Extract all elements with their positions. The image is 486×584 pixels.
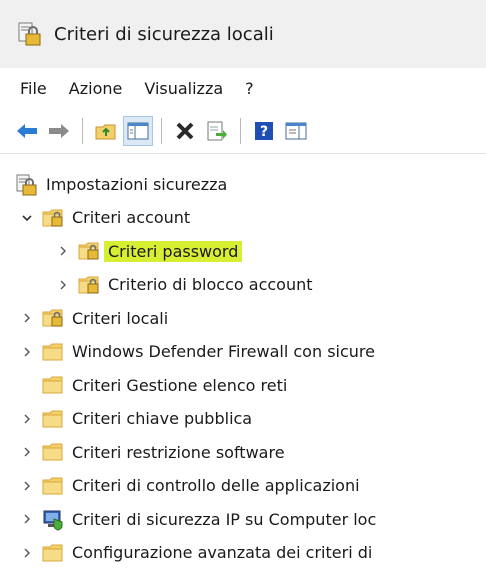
menu-bar: File Azione Visualizza ? [0,68,486,108]
tree-item-label-selected: Criteri password [104,240,243,262]
up-folder-icon [95,124,116,139]
tree-item[interactable]: Criteri restrizione software [0,436,486,468]
toolbar-separator [240,117,241,144]
tree-item[interactable]: Criterio di blocco account [0,269,486,301]
security-settings-icon [16,174,38,196]
chevron-right-icon[interactable] [20,479,34,493]
title-bar: Criteri di sicurezza locali [0,0,486,68]
forward-button[interactable] [44,116,74,146]
folder-icon [42,375,64,395]
help-button[interactable]: ? [249,116,279,146]
chevron-right-icon[interactable] [20,512,34,526]
chevron-right-icon[interactable] [20,445,34,459]
show-hide-tree-icon [127,122,149,139]
chevron-right-icon[interactable] [56,278,70,292]
tree-item-label: Criteri account [72,208,191,227]
back-arrow-icon [17,123,37,138]
toolbar-separator [82,117,83,144]
export-list-button[interactable] [202,116,232,146]
folder-icon [42,476,64,496]
chevron-right-icon[interactable] [20,345,34,359]
help-icon: ? [255,121,273,140]
chevron-right-icon[interactable] [20,311,34,325]
chevron-right-icon[interactable] [56,244,70,258]
chevron-down-icon[interactable] [20,211,34,225]
menu-help[interactable]: ? [241,77,258,100]
folder-icon [42,543,64,563]
delete-button[interactable] [170,116,200,146]
chevron-right-icon[interactable] [20,412,34,426]
folder-icon [42,409,64,429]
properties-button[interactable] [281,116,311,146]
tree-item-label: Criterio di blocco account [108,275,313,294]
show-hide-tree-button[interactable] [123,115,153,146]
tree-item[interactable]: Criteri di controllo delle applicazioni [0,470,486,502]
toolbar-separator [161,117,162,144]
ip-security-icon [42,509,64,531]
security-policy-app-icon [18,21,42,47]
properties-icon [285,122,307,139]
menu-file[interactable]: File [16,77,51,100]
tree-item-label: Windows Defender Firewall con sicure [72,342,375,361]
back-button[interactable] [12,116,42,146]
tree-root-label: Impostazioni sicurezza [46,174,228,194]
tree-item-label: Criteri chiave pubblica [72,409,253,428]
tree-item-label: Configurazione avanzata dei criteri di [72,543,373,562]
delete-icon [176,122,194,139]
policy-folder-icon [42,308,64,328]
up-folder-button[interactable] [91,116,121,146]
forward-arrow-icon [49,123,69,138]
tree-item[interactable]: Windows Defender Firewall con sicure [0,336,486,368]
tree-item[interactable]: Criteri Gestione elenco reti [0,369,486,401]
tree-item[interactable]: Criteri di sicurezza IP su Computer loc [0,503,486,535]
policy-folder-icon [42,208,64,228]
folder-icon [42,442,64,462]
tree-item-label: Criteri di sicurezza IP su Computer loc [72,509,377,529]
tree-item[interactable]: Criteri account [0,202,486,234]
policy-folder-icon [78,241,100,261]
toolbar: ? [0,108,486,154]
menu-visualizza[interactable]: Visualizza [140,77,227,100]
tree-item-label: Criteri locali [72,308,169,328]
tree-item[interactable]: Criteri locali [0,302,486,334]
folder-icon [42,342,64,362]
chevron-right-icon[interactable] [20,546,34,560]
export-list-icon [207,121,227,140]
policy-folder-icon [78,275,100,295]
tree-item-label: Criteri restrizione software [72,442,285,462]
svg-text:?: ? [260,124,268,140]
tree-item[interactable]: Configurazione avanzata dei criteri di [0,537,486,569]
tree-root[interactable]: Impostazioni sicurezza [0,168,486,200]
tree-item[interactable]: Criteri password [0,235,486,267]
tree-item-label: Criteri di controllo delle applicazioni [72,476,360,495]
menu-azione[interactable]: Azione [65,77,127,100]
tree-item[interactable]: Criteri chiave pubblica [0,403,486,435]
window-title: Criteri di sicurezza locali [54,23,274,45]
tree-item-label: Criteri Gestione elenco reti [72,375,288,395]
